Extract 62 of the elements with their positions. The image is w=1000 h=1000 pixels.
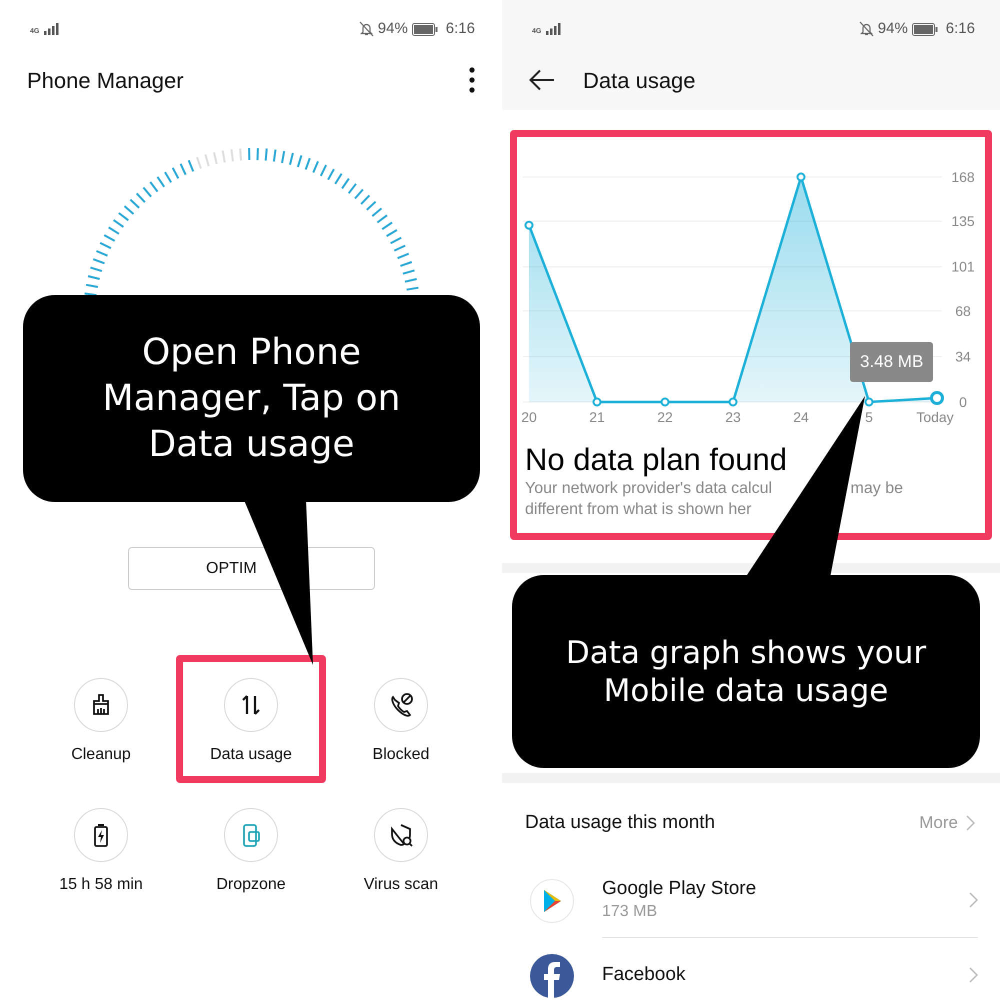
plan-title: No data plan found: [524, 442, 788, 478]
data-point: [728, 398, 738, 406]
axis-tick-label: 24: [793, 409, 809, 425]
tool-button[interactable]: [74, 808, 128, 862]
tool-button[interactable]: [74, 678, 128, 732]
axis-tick-label: 168: [951, 169, 975, 185]
tool-label[interactable]: 15 h 58 min: [59, 874, 143, 896]
axis-tick-label: 20: [521, 409, 537, 425]
app-name: Facebook: [602, 963, 686, 987]
chevron-icon: [969, 967, 978, 983]
section-title: Data usage this month: [525, 810, 716, 835]
data-point: [660, 398, 670, 406]
clock: 6:16: [446, 18, 475, 39]
clock: 6:16: [946, 18, 975, 39]
plan-note-text: Your network provider's data calcul: [525, 479, 772, 499]
triangle-logo-icon: [530, 878, 574, 922]
signal-icon: [43, 23, 60, 35]
axis-tick-label: 68: [955, 302, 971, 319]
app-usage: 173 MB: [602, 902, 658, 922]
tool-label[interactable]: Cleanup: [71, 744, 131, 766]
battery-percent: 94%: [378, 18, 408, 39]
battery-icon: [412, 22, 438, 36]
axis-tick-label: 0: [959, 394, 967, 410]
shield-search-icon: [388, 822, 414, 848]
letter-f-logo-icon: [530, 954, 574, 998]
screen-title: Data usage: [583, 66, 696, 95]
value-tooltip: 3.48 MB: [850, 342, 934, 382]
axis-tick-label: 101: [951, 258, 975, 275]
data-point: [796, 172, 806, 182]
muted-bell-icon: [358, 21, 374, 37]
callout-bubble: Open Phone Manager, Tap on Data usage: [23, 295, 480, 502]
more-options-icon[interactable]: [469, 67, 475, 93]
axis-tick-label: 34: [955, 348, 971, 364]
axis-tick-label: 22: [657, 409, 673, 425]
battery-percent: 94%: [878, 18, 908, 39]
tool-button[interactable]: [374, 808, 428, 862]
tool-label[interactable]: Data usage: [210, 744, 292, 766]
tool-label[interactable]: Blocked: [372, 744, 430, 766]
chevron-icon: [966, 815, 975, 831]
axis-tick-label: 5: [865, 409, 873, 425]
axis-tick-label: 23: [725, 409, 741, 425]
chevron-icon: [969, 892, 978, 908]
app-name: Google Play Store: [602, 877, 756, 901]
data-point: [930, 391, 944, 405]
plan-note-text: different from what is shown her: [525, 500, 752, 520]
data-point: [524, 220, 534, 230]
axis-tick-label: 21: [589, 409, 605, 425]
battery-icon: [912, 22, 938, 36]
axis-tick-label: Today: [916, 409, 954, 425]
data-point: [592, 398, 602, 406]
axis-tick-label: 135: [951, 213, 975, 230]
signal-icon: [545, 23, 562, 35]
data-point: [864, 398, 874, 406]
plan-note-text: may be: [850, 479, 903, 499]
tool-label[interactable]: Dropzone: [216, 874, 286, 896]
app-row[interactable]: Google Play Store 173 MB: [502, 863, 1000, 938]
muted-bell-icon: [858, 21, 874, 37]
app-row[interactable]: Facebook: [502, 938, 1000, 1000]
back-icon[interactable]: [529, 69, 555, 91]
tool-button[interactable]: [374, 678, 428, 732]
screen-title: Phone Manager: [27, 66, 184, 95]
tool-label[interactable]: Virus scan: [364, 874, 438, 896]
